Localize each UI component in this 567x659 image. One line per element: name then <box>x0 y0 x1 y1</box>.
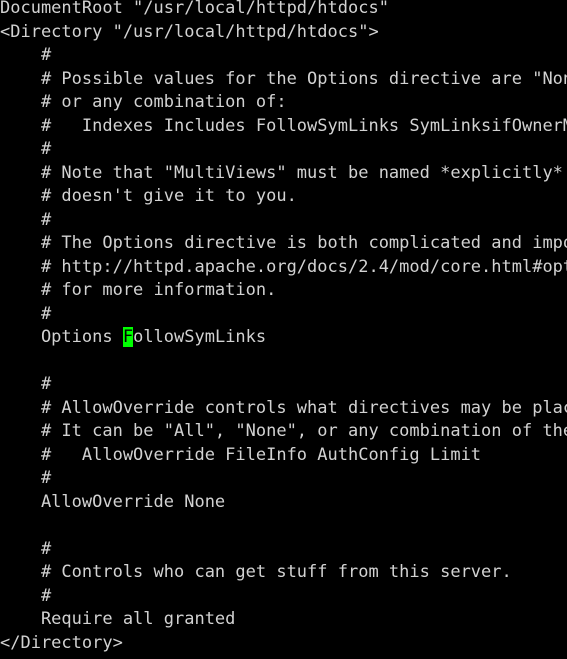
editor-blank-line[interactable] <box>0 655 567 659</box>
editor-line[interactable]: # http://httpd.apache.org/docs/2.4/mod/c… <box>0 256 567 280</box>
line-text: # AllowOverride FileInfo AuthConfig Limi… <box>0 444 482 465</box>
line-text: # The Options directive is both complica… <box>0 233 567 253</box>
terminal-window[interactable]: DocumentRoot "/usr/local/httpd/htdocs" <D… <box>0 0 567 659</box>
line-text: # It can be "All", "None", or any combin… <box>0 421 567 441</box>
line-text: # <box>0 538 52 559</box>
editor-line[interactable]: Options FollowSymLinks <box>0 326 567 350</box>
line-text: # <box>0 303 52 324</box>
line-text: # Note that "MultiViews" must be named *… <box>0 162 567 183</box>
editor-line[interactable]: </Directory> <box>0 632 567 656</box>
line-text: # Controls who can get stuff from this s… <box>0 562 512 582</box>
editor-line[interactable]: Require all granted <box>0 608 567 632</box>
line-text: # <box>0 585 52 606</box>
line-text-after-cursor: ollowSymLinks <box>133 327 267 347</box>
editor-line[interactable]: # <box>0 44 567 68</box>
editor-line[interactable]: # <box>0 303 567 327</box>
editor-line[interactable]: AllowOverride None <box>0 491 567 515</box>
editor-blank-line[interactable] <box>0 514 567 538</box>
editor-text-area[interactable]: DocumentRoot "/usr/local/httpd/htdocs" <D… <box>0 0 567 659</box>
editor-line[interactable]: # <box>0 209 567 233</box>
line-text: # Indexes Includes FollowSymLinks SymLin… <box>0 115 567 136</box>
line-text: # http://httpd.apache.org/docs/2.4/mod/c… <box>0 256 567 277</box>
line-text: # <box>0 468 52 488</box>
line-text: # doesn't give it to you. <box>0 186 297 206</box>
editor-line[interactable]: # Possible values for the Options direct… <box>0 68 567 92</box>
editor-line[interactable]: # <box>0 373 567 397</box>
line-text: # <box>0 139 52 159</box>
line-text: <Directory "/usr/local/httpd/htdocs"> <box>0 21 379 42</box>
editor-line[interactable]: # AllowOverride controls what directives… <box>0 397 567 421</box>
editor-line[interactable]: # <box>0 467 567 491</box>
editor-line[interactable]: # Note that "MultiViews" must be named *… <box>0 162 567 186</box>
line-text: Require all granted <box>0 609 236 629</box>
editor-line[interactable]: # Controls who can get stuff from this s… <box>0 561 567 585</box>
editor-line[interactable]: # The Options directive is both complica… <box>0 232 567 256</box>
editor-line[interactable]: # Indexes Includes FollowSymLinks SymLin… <box>0 115 567 139</box>
line-text: # AllowOverride controls what directives… <box>0 397 567 418</box>
line-text: </Directory> <box>0 632 123 653</box>
line-text: # <box>0 374 52 394</box>
editor-line[interactable]: # or any combination of: <box>0 91 567 115</box>
line-text: # <box>0 45 52 65</box>
editor-line[interactable]: # <box>0 585 567 609</box>
editor-line[interactable]: # <box>0 538 567 562</box>
line-text: # Possible values for the Options direct… <box>0 68 567 89</box>
line-text-before-cursor: Options <box>0 327 123 347</box>
editor-line[interactable]: # doesn't give it to you. <box>0 185 567 209</box>
editor-line[interactable]: # AllowOverride FileInfo AuthConfig Limi… <box>0 444 567 468</box>
editor-line[interactable]: # for more information. <box>0 279 567 303</box>
line-text: DocumentRoot "/usr/local/httpd/htdocs" <box>0 0 389 18</box>
editor-line[interactable]: # <box>0 138 567 162</box>
editor-line[interactable]: # It can be "All", "None", or any combin… <box>0 420 567 444</box>
line-text: # <box>0 209 52 230</box>
editor-line[interactable]: <Directory "/usr/local/httpd/htdocs"> <box>0 21 567 45</box>
editor-blank-line[interactable] <box>0 350 567 374</box>
editor-line[interactable]: DocumentRoot "/usr/local/httpd/htdocs" <box>0 0 567 21</box>
line-text: AllowOverride None <box>0 491 226 512</box>
text-cursor: F <box>122 327 134 347</box>
line-text: # or any combination of: <box>0 92 287 112</box>
line-text: # for more information. <box>0 280 277 300</box>
